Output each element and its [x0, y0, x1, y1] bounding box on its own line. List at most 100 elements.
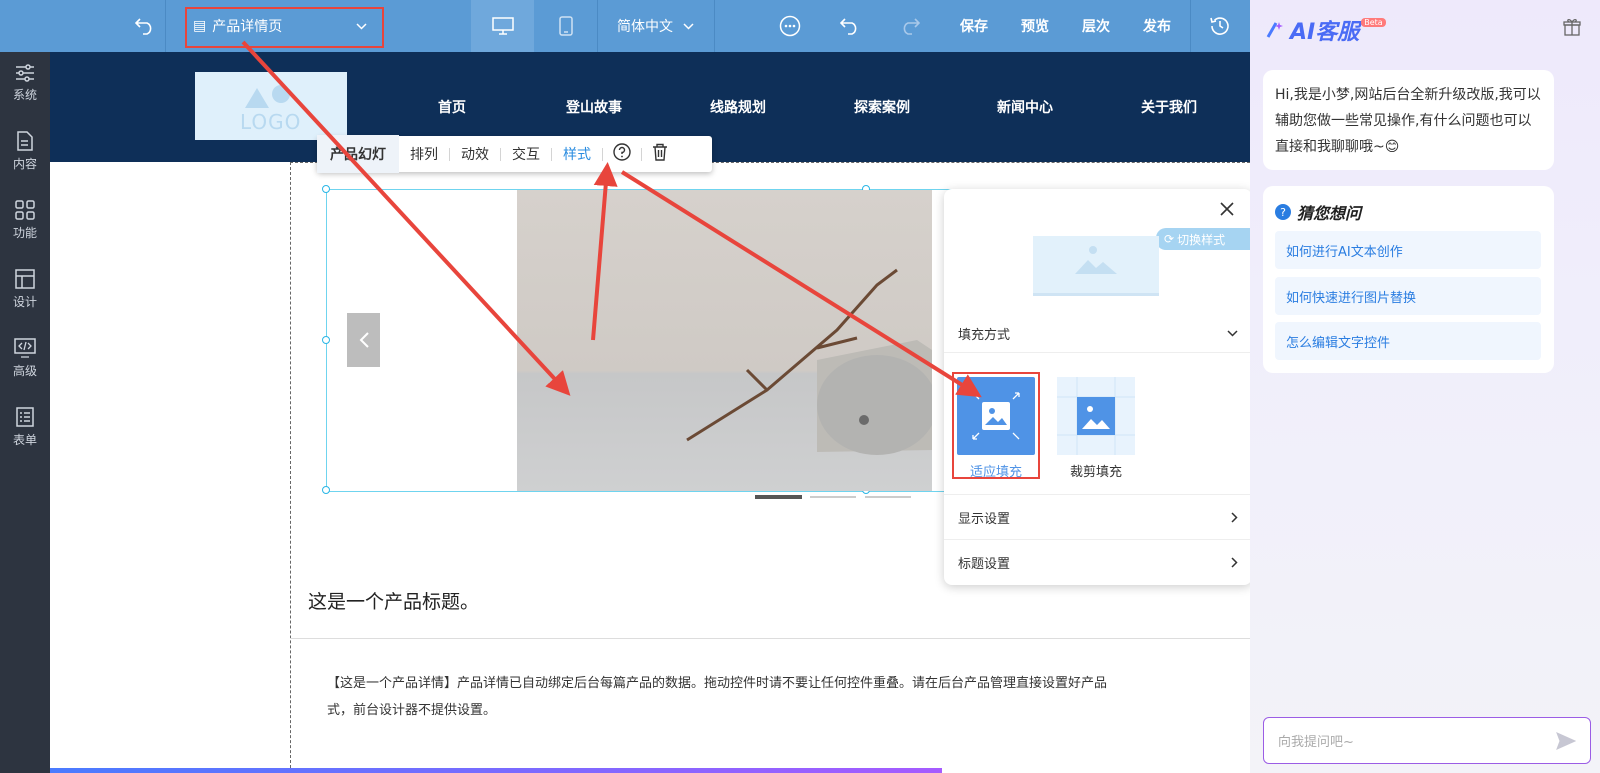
style-preview-thumbnail: [1033, 236, 1159, 296]
display-settings-label: 显示设置: [958, 511, 1011, 527]
chevron-down-icon: [1227, 330, 1238, 337]
progress-gradient-bar: [50, 768, 942, 773]
gift-icon[interactable]: [1563, 18, 1581, 40]
beta-badge: Beta: [1361, 17, 1386, 27]
toolbar-item-arrange[interactable]: 排列: [399, 144, 449, 164]
chevron-down-icon: [683, 22, 694, 30]
redo-button[interactable]: [880, 0, 940, 52]
title-settings-row[interactable]: 标题设置: [944, 539, 1252, 584]
section-guide-left: [290, 162, 291, 773]
chevron-left-icon: [359, 332, 369, 348]
close-icon[interactable]: [1220, 201, 1234, 220]
sidebar-item-label: 高级: [12, 363, 37, 378]
suggested-question[interactable]: 如何进行AI文本创作: [1275, 231, 1541, 269]
history-button[interactable]: [1190, 0, 1250, 52]
switch-style-label: 切换样式: [1177, 232, 1226, 247]
back-button[interactable]: [125, 0, 165, 52]
nav-item-routes[interactable]: 线路规划: [710, 97, 766, 117]
undo-button[interactable]: [820, 0, 880, 52]
slider-dot-active[interactable]: [755, 495, 802, 499]
code-icon: [14, 337, 36, 358]
nav-item-home[interactable]: 首页: [438, 97, 466, 117]
slider-dot[interactable]: [865, 496, 911, 498]
layout-icon: [15, 268, 35, 289]
sidebar-item-system[interactable]: 系统: [0, 52, 50, 114]
slide-image[interactable]: [517, 190, 932, 491]
fill-option-crop[interactable]: [1057, 377, 1135, 455]
toolbar-item-style[interactable]: 样式: [552, 144, 602, 164]
mobile-view-button[interactable]: [534, 0, 597, 52]
divider: [290, 638, 1250, 639]
list-icon: [16, 406, 34, 427]
nav-item-cases[interactable]: 探索案例: [854, 97, 910, 117]
grid-icon: [15, 199, 35, 220]
suggested-question[interactable]: 如何快速进行图片替换: [1275, 277, 1541, 315]
sidebar-item-label: 内容: [12, 156, 37, 171]
toolbar-item-animation[interactable]: 动效: [450, 144, 500, 164]
nav-item-about[interactable]: 关于我们: [1141, 97, 1197, 117]
sidebar-item-content[interactable]: 内容: [0, 120, 50, 182]
style-settings-panel: ⟳ 切换样式 填充方式 适应填充 裁剪填充 显示设置 标题设置: [944, 189, 1252, 585]
product-title[interactable]: 这是一个产品标题。: [308, 587, 479, 614]
sidebar-item-label: 功能: [12, 225, 37, 240]
language-select[interactable]: 简体中文: [597, 0, 714, 52]
product-detail-line-1[interactable]: 【这是一个产品详情】产品详情已自动绑定后台每篇产品的数据。拖动控件时请不要让任何…: [327, 672, 1250, 691]
display-settings-row[interactable]: 显示设置: [944, 494, 1252, 539]
language-label: 简体中文: [617, 19, 673, 35]
annotation-highlight-box: [185, 7, 384, 48]
site-logo[interactable]: LOGO: [195, 72, 347, 140]
publish-button[interactable]: 发布: [1127, 0, 1187, 52]
undo-icon: [840, 18, 857, 35]
undo-arrow-icon: [135, 18, 152, 35]
more-dots-icon: [779, 15, 801, 37]
left-sidebar: 系统 内容 功能 设计 高级 表单: [0, 52, 50, 773]
slider-prev-button[interactable]: [347, 313, 380, 367]
question-circle-icon: ?: [1275, 204, 1291, 220]
sidebar-item-advanced[interactable]: 高级: [0, 327, 50, 389]
sidebar-item-design[interactable]: 设计: [0, 258, 50, 320]
ai-sparkle-icon: [1266, 22, 1283, 38]
guess-title-text: 猜您想问: [1297, 204, 1362, 223]
title-settings-label: 标题设置: [958, 556, 1011, 572]
history-clock-icon: [1210, 17, 1229, 35]
fill-option-crop-label: 裁剪填充: [1069, 465, 1122, 480]
nav-item-stories[interactable]: 登山故事: [566, 97, 622, 117]
chevron-right-icon: [1231, 556, 1238, 568]
sidebar-item-function[interactable]: 功能: [0, 189, 50, 251]
redo-icon: [903, 18, 920, 35]
ai-chat-input[interactable]: 向我提问吧~: [1263, 717, 1591, 764]
ai-greeting-text: Hi,我是小梦,网站后台全新升级改版,我可以辅助您做一些常见操作,有什么问题也可…: [1275, 87, 1541, 155]
sidebar-item-label: 表单: [12, 432, 37, 447]
send-icon[interactable]: [1556, 731, 1576, 750]
help-icon[interactable]: [603, 143, 641, 165]
image-placeholder-icon: [1075, 246, 1117, 274]
toolbar-item-product-slider[interactable]: 产品幻灯: [317, 135, 399, 173]
crop-fill-icon: [1057, 377, 1135, 455]
annotation-highlight-box: [952, 372, 1040, 479]
ai-title-text: AI客服: [1290, 20, 1360, 45]
sidebar-item-label: 系统: [12, 87, 37, 102]
top-toolbar: ▤ 产品详情页 简体中文 保存 预览 层次 发布: [0, 0, 1250, 52]
product-detail-line-2[interactable]: 式，前台设计器不提供设置。: [327, 699, 496, 718]
toolbar-item-interaction[interactable]: 交互: [501, 144, 551, 164]
slider-dot[interactable]: [810, 496, 856, 498]
ai-greeting-bubble: Hi,我是小梦,网站后台全新升级改版,我可以辅助您做一些常见操作,有什么问题也可…: [1263, 70, 1554, 170]
nav-item-news[interactable]: 新闻中心: [997, 97, 1053, 117]
ai-assistant-panel: AI客服 Beta Hi,我是小梦,网站后台全新升级改版,我可以辅助您做一些常见…: [1250, 0, 1600, 773]
desktop-view-button[interactable]: [471, 0, 534, 52]
fill-mode-label: 填充方式: [958, 328, 1011, 343]
switch-style-button[interactable]: ⟳ 切换样式: [1156, 228, 1252, 250]
slide-photo: [686, 268, 932, 455]
fill-mode-header[interactable]: 填充方式: [944, 311, 1252, 356]
suggested-questions-card: ? 猜您想问 如何进行AI文本创作 如何快速进行图片替换 怎么编辑文字控件: [1263, 186, 1554, 373]
preview-button[interactable]: 预览: [1005, 0, 1065, 52]
document-icon: [17, 130, 33, 151]
save-button[interactable]: 保存: [944, 0, 1004, 52]
chevron-right-icon: [1231, 511, 1238, 523]
logo-text: LOGO: [240, 110, 302, 134]
delete-trash-icon[interactable]: [642, 143, 678, 165]
layers-button[interactable]: 层次: [1066, 0, 1126, 52]
sidebar-item-form[interactable]: 表单: [0, 396, 50, 458]
more-button[interactable]: [760, 0, 820, 52]
suggested-question[interactable]: 怎么编辑文字控件: [1275, 322, 1541, 360]
